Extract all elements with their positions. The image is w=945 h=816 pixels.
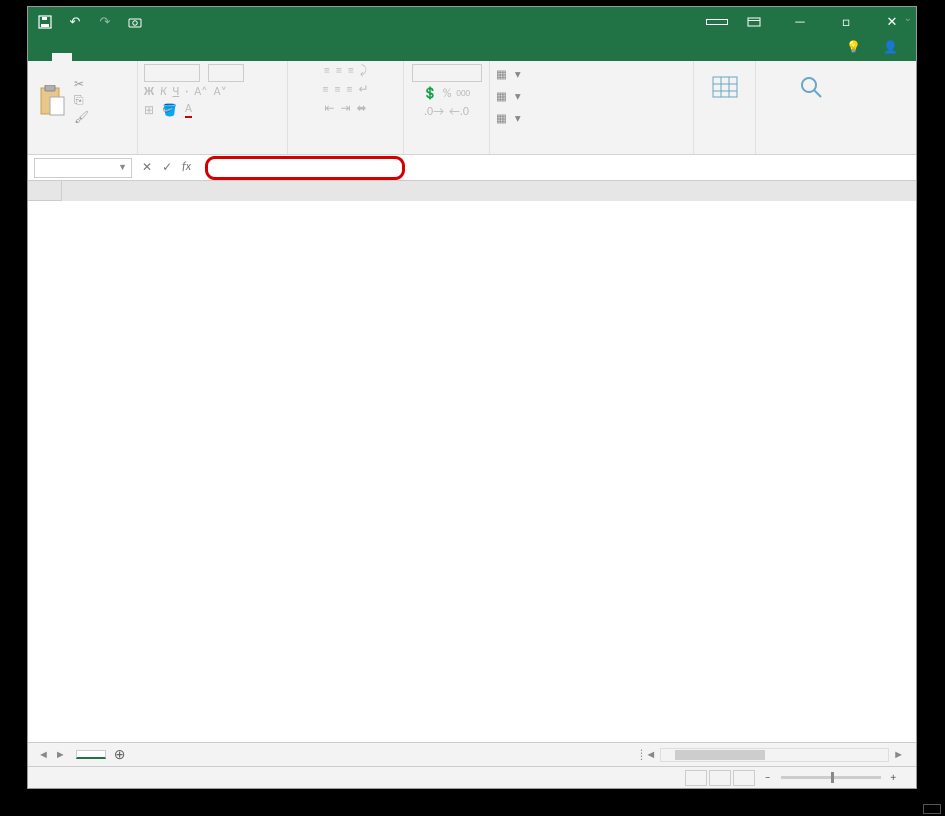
currency-icon[interactable]: 💲	[423, 86, 438, 101]
undo-icon[interactable]: ↶	[66, 13, 84, 31]
formula-bar: ▼ ✕ ✓ fx ⌄	[28, 155, 916, 181]
tab-help[interactable]	[192, 53, 212, 61]
format-as-table[interactable]: ▦ ▾	[496, 86, 521, 106]
sheet-nav-next-icon[interactable]: ►	[55, 748, 66, 761]
borders-icon[interactable]: ⊞	[144, 103, 154, 118]
enter-formula-icon[interactable]: ✓	[162, 160, 172, 175]
increase-indent-icon[interactable]: ⇥	[340, 101, 350, 116]
group-number	[410, 138, 483, 154]
increase-decimal-icon[interactable]: .0→	[424, 105, 444, 119]
zoom-out-icon[interactable]: −	[765, 771, 770, 784]
align-left-icon[interactable]: ≡	[322, 83, 328, 97]
tab-view[interactable]	[172, 53, 192, 61]
number-format[interactable]	[412, 64, 482, 82]
align-middle-icon[interactable]: ≡	[336, 64, 342, 78]
font-color-icon[interactable]: A	[185, 102, 192, 118]
camera-icon[interactable]	[126, 13, 144, 31]
select-all-corner[interactable]	[28, 181, 62, 201]
align-right-icon[interactable]: ≡	[346, 83, 352, 97]
fx-icon[interactable]: fx	[182, 160, 191, 175]
italic-button[interactable]: К	[160, 85, 167, 99]
fill-color-icon[interactable]: 🪣	[162, 103, 177, 118]
tab-home[interactable]	[52, 53, 72, 61]
cut-icon[interactable]: ✂	[74, 77, 89, 92]
shrink-font-icon[interactable]: A˅	[214, 85, 227, 99]
tell-me[interactable]: 💡	[836, 36, 871, 59]
page-layout-view-icon[interactable]	[709, 770, 731, 786]
horizontal-scrollbar[interactable]	[660, 748, 889, 762]
sheet-nav-prev-icon[interactable]: ◄	[38, 748, 49, 761]
tab-layout[interactable]	[92, 53, 112, 61]
group-styles	[496, 138, 687, 154]
formula-input[interactable]	[205, 156, 405, 180]
wrap-text-icon[interactable]: ↵	[358, 82, 368, 97]
conditional-formatting[interactable]: ▦ ▾	[496, 64, 521, 84]
align-center-icon[interactable]: ≡	[334, 83, 340, 97]
cells-icon[interactable]	[702, 64, 748, 110]
share-button[interactable]: 👤	[873, 36, 908, 59]
format-painter-icon[interactable]: 🖌	[74, 110, 89, 125]
normal-view-icon[interactable]	[685, 770, 707, 786]
decrease-decimal-icon[interactable]: ←.0	[449, 105, 469, 119]
font-name[interactable]	[144, 64, 200, 82]
ribbon-display-icon[interactable]	[734, 7, 774, 37]
grow-font-icon[interactable]: A˄	[194, 85, 207, 99]
zoom-in-icon[interactable]: +	[891, 771, 896, 784]
watermark	[923, 804, 941, 814]
ribbon-tabs: 💡 👤	[28, 37, 916, 61]
sheet-tabs: ◄ ► ⊕ ⁞ ◄ ►	[28, 742, 916, 766]
cell-styles[interactable]: ▦ ▾	[496, 108, 521, 128]
group-alignment	[294, 138, 397, 154]
copy-icon[interactable]: ⎘	[74, 94, 89, 108]
paste-icon[interactable]	[34, 81, 70, 121]
font-size[interactable]	[208, 64, 244, 82]
grid[interactable]	[28, 181, 916, 742]
bold-button[interactable]: Ж	[144, 85, 154, 99]
group-clipboard	[34, 138, 131, 154]
underline-button[interactable]: Ч	[173, 85, 180, 99]
tab-data[interactable]	[132, 53, 152, 61]
tab-file[interactable]	[32, 53, 52, 61]
find-icon[interactable]	[788, 64, 834, 110]
percent-icon[interactable]: %	[443, 87, 452, 101]
save-icon[interactable]	[36, 13, 54, 31]
decrease-indent-icon[interactable]: ⇤	[324, 101, 334, 116]
status-bar: − +	[28, 766, 916, 788]
redo-icon[interactable]: ↷	[96, 13, 114, 31]
ribbon: ✂ ⎘ 🖌 Ж К Ч · A˄ A˅	[28, 61, 916, 155]
maximize-icon[interactable]: □	[826, 7, 866, 37]
cancel-formula-icon[interactable]: ✕	[142, 160, 152, 175]
add-sheet-icon[interactable]: ⊕	[106, 746, 134, 763]
name-box[interactable]: ▼	[34, 158, 132, 178]
minimize-icon[interactable]: —	[780, 7, 820, 37]
align-bottom-icon[interactable]: ≡	[348, 64, 354, 78]
orientation-icon[interactable]: ⤸	[360, 64, 367, 78]
comma-icon[interactable]: 000	[456, 88, 470, 99]
group-font	[144, 138, 281, 154]
tab-insert[interactable]	[72, 53, 92, 61]
sheet-tab[interactable]	[76, 750, 106, 759]
page-break-view-icon[interactable]	[733, 770, 755, 786]
titlebar: ↶ ↷ — □ ✕	[28, 7, 916, 37]
tab-formulas[interactable]	[112, 53, 132, 61]
align-top-icon[interactable]: ≡	[324, 64, 330, 78]
tab-review[interactable]	[152, 53, 172, 61]
expand-formula-icon[interactable]: ⌄	[904, 11, 912, 24]
zoom-slider[interactable]	[781, 776, 881, 779]
login-button[interactable]	[706, 19, 728, 25]
merge-icon[interactable]: ⬌	[357, 101, 367, 116]
